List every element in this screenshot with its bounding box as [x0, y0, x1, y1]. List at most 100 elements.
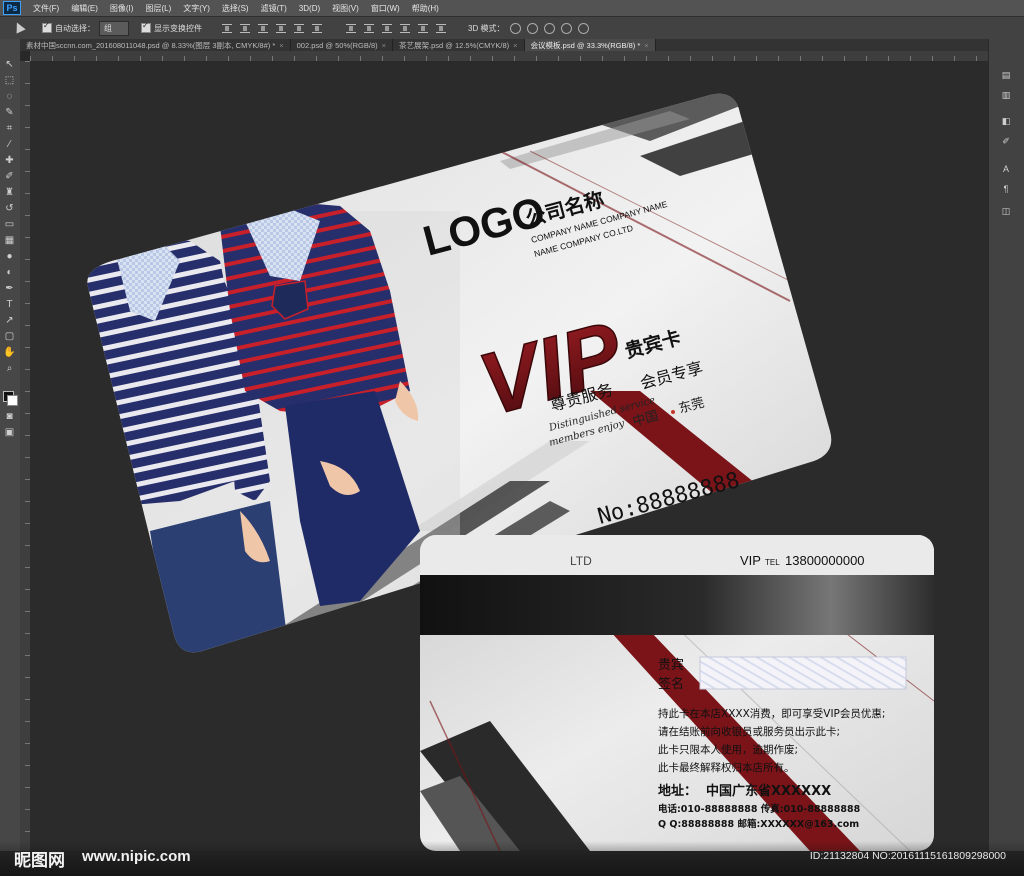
shape-tool-icon[interactable]: ▢ [3, 331, 16, 343]
rule-line-4: 此卡最终解释权归本店所有。 [658, 761, 795, 774]
pan-3d-icon[interactable] [544, 22, 556, 34]
auto-select-label: 自动选择： [55, 23, 95, 33]
menu-type[interactable]: 文字(Y) [177, 3, 216, 14]
distribute-hcenter-icon[interactable] [418, 23, 428, 33]
mode-3d: 3D 模式： [468, 22, 590, 34]
brush-panel-icon[interactable]: ✐ [999, 135, 1013, 147]
watermark-id: ID:21132804 NO:20161115161809298000 [809, 850, 1006, 862]
back-header-vip: VIP [740, 553, 761, 568]
gradient-tool-icon[interactable]: ▦ [3, 235, 16, 247]
menu-view[interactable]: 视图(V) [326, 3, 365, 14]
tab-document-3[interactable]: 茶艺展架.psd @ 12.5%(CMYK/8) × [393, 39, 525, 51]
address-value: 中国广东省XXXXXX [706, 783, 831, 799]
menu-select[interactable]: 选择(S) [216, 3, 255, 14]
auto-select-dropdown[interactable]: 组 [99, 20, 129, 36]
tab-document-2[interactable]: 002.psd @ 50%(RGB/8) × [291, 39, 394, 51]
distribute-buttons [342, 23, 450, 33]
quick-select-tool-icon[interactable]: ✎ [3, 107, 16, 119]
watermark-site-url: www.nipic.com [82, 848, 191, 865]
history-panel-icon[interactable]: ▤ [999, 69, 1013, 81]
align-right-icon[interactable] [312, 23, 322, 33]
align-top-icon[interactable] [222, 23, 232, 33]
healing-tool-icon[interactable]: ✚ [3, 155, 16, 167]
phone-fax-line: 电话:010-88888888 传真:010-88888888 [658, 803, 861, 815]
menu-help[interactable]: 帮助(H) [406, 3, 445, 14]
signature-label-2: 签名 [658, 676, 684, 692]
close-icon[interactable]: × [382, 41, 386, 50]
address-label: 地址： [658, 783, 697, 799]
menu-bar: Ps 文件(F) 编辑(E) 图像(I) 图层(L) 文字(Y) 选择(S) 滤… [0, 0, 1024, 16]
menu-edit[interactable]: 编辑(E) [65, 3, 104, 14]
background-color-swatch[interactable] [7, 395, 18, 406]
align-left-icon[interactable] [276, 23, 286, 33]
watermark-site-cn: 昵图网 [14, 851, 65, 870]
close-icon[interactable]: × [279, 41, 283, 50]
character-panel-icon[interactable]: A [999, 163, 1013, 175]
signature-label-1: 贵宾 [658, 657, 684, 673]
screen-mode-icon[interactable]: ▣ [3, 427, 16, 439]
kids-photo [87, 201, 460, 653]
pen-tool-icon[interactable]: ✒ [3, 283, 16, 295]
distribute-right-icon[interactable] [436, 23, 446, 33]
align-buttons [218, 23, 326, 33]
distribute-top-icon[interactable] [346, 23, 356, 33]
align-bottom-icon[interactable] [258, 23, 268, 33]
align-hcenter-icon[interactable] [294, 23, 304, 33]
close-icon[interactable]: × [644, 41, 648, 50]
properties-panel-icon[interactable]: ▥ [999, 89, 1013, 101]
adjustments-panel-icon[interactable]: ◧ [999, 115, 1013, 127]
menu-window[interactable]: 窗口(W) [365, 3, 406, 14]
rotate-3d-icon[interactable] [510, 22, 522, 34]
rule-line-3: 此卡只限本人使用，逾期作废; [658, 743, 798, 756]
scale-3d-icon[interactable] [578, 22, 590, 34]
roll-3d-icon[interactable] [527, 22, 539, 34]
menu-filter[interactable]: 滤镜(T) [255, 3, 293, 14]
show-transform-checkbox[interactable] [141, 21, 151, 33]
slide-3d-icon[interactable] [561, 22, 573, 34]
close-icon[interactable]: × [513, 41, 517, 50]
tab-document-4[interactable]: 会议模板.psd @ 33.3%(RGB/8) * × [524, 39, 656, 51]
layers-panel-icon[interactable]: ◫ [999, 205, 1013, 217]
distribute-bottom-icon[interactable] [382, 23, 392, 33]
menu-file[interactable]: 文件(F) [27, 3, 65, 14]
auto-select-checkbox[interactable] [42, 21, 52, 33]
location-dot [671, 410, 675, 414]
show-transform-label: 显示变换控件 [154, 23, 202, 33]
distribute-vcenter-icon[interactable] [364, 23, 374, 33]
design-artwork: LOGO 公司名称 COMPANY NAME COMPANY NAME NAME… [87, 93, 934, 851]
menu-3d[interactable]: 3D(D) [293, 4, 326, 13]
horizontal-ruler[interactable] [30, 51, 988, 61]
options-bar: 自动选择： 组 显示变换控件 3D 模式： [0, 16, 1024, 40]
tab-label: 素材中国sccnn.com_201608011048.psd @ 8.33%(图… [26, 40, 276, 50]
back-card: LTD VIP TEL 13800000000 贵宾 签名 持此卡在本店XXXX… [420, 535, 934, 851]
tab-label: 002.psd @ 50%(RGB/8) [296, 40, 378, 50]
quick-mask-icon[interactable]: ◙ [3, 411, 16, 423]
eyedropper-tool-icon[interactable]: ⁄ [3, 139, 16, 151]
eraser-tool-icon[interactable]: ▭ [3, 219, 16, 231]
crop-tool-icon[interactable]: ⌗ [3, 123, 16, 135]
brush-tool-icon[interactable]: ✐ [3, 171, 16, 183]
distribute-left-icon[interactable] [400, 23, 410, 33]
paragraph-panel-icon[interactable]: ¶ [999, 183, 1013, 195]
mode-3d-label: 3D 模式： [468, 23, 505, 33]
menu-layer[interactable]: 图层(L) [139, 3, 177, 14]
zoom-tool-icon[interactable]: ⌕ [3, 363, 16, 375]
history-brush-icon[interactable]: ↺ [3, 203, 16, 215]
vertical-ruler[interactable] [20, 61, 30, 851]
menu-image[interactable]: 图像(I) [104, 3, 140, 14]
marquee-tool-icon[interactable]: ⬚ [3, 75, 16, 87]
stamp-tool-icon[interactable]: ♜ [3, 187, 16, 199]
tab-document-1[interactable]: 素材中国sccnn.com_201608011048.psd @ 8.33%(图… [20, 39, 291, 51]
move-tool-icon[interactable]: ↖ [3, 59, 16, 71]
back-header-left: LTD [570, 554, 592, 568]
move-tool-preset-icon[interactable] [8, 20, 30, 36]
tab-label: 茶艺展架.psd @ 12.5%(CMYK/8) [399, 40, 510, 50]
canvas-area[interactable]: LOGO 公司名称 COMPANY NAME COMPANY NAME NAME… [30, 61, 988, 851]
blur-tool-icon[interactable]: ● [3, 251, 16, 263]
lasso-tool-icon[interactable]: ◌ [3, 91, 16, 103]
align-vcenter-icon[interactable] [240, 23, 250, 33]
hand-tool-icon[interactable]: ✋ [3, 347, 16, 359]
type-tool-icon[interactable]: T [3, 299, 16, 311]
path-select-icon[interactable]: ↗ [3, 315, 16, 327]
dodge-tool-icon[interactable]: ◐ [3, 267, 16, 279]
